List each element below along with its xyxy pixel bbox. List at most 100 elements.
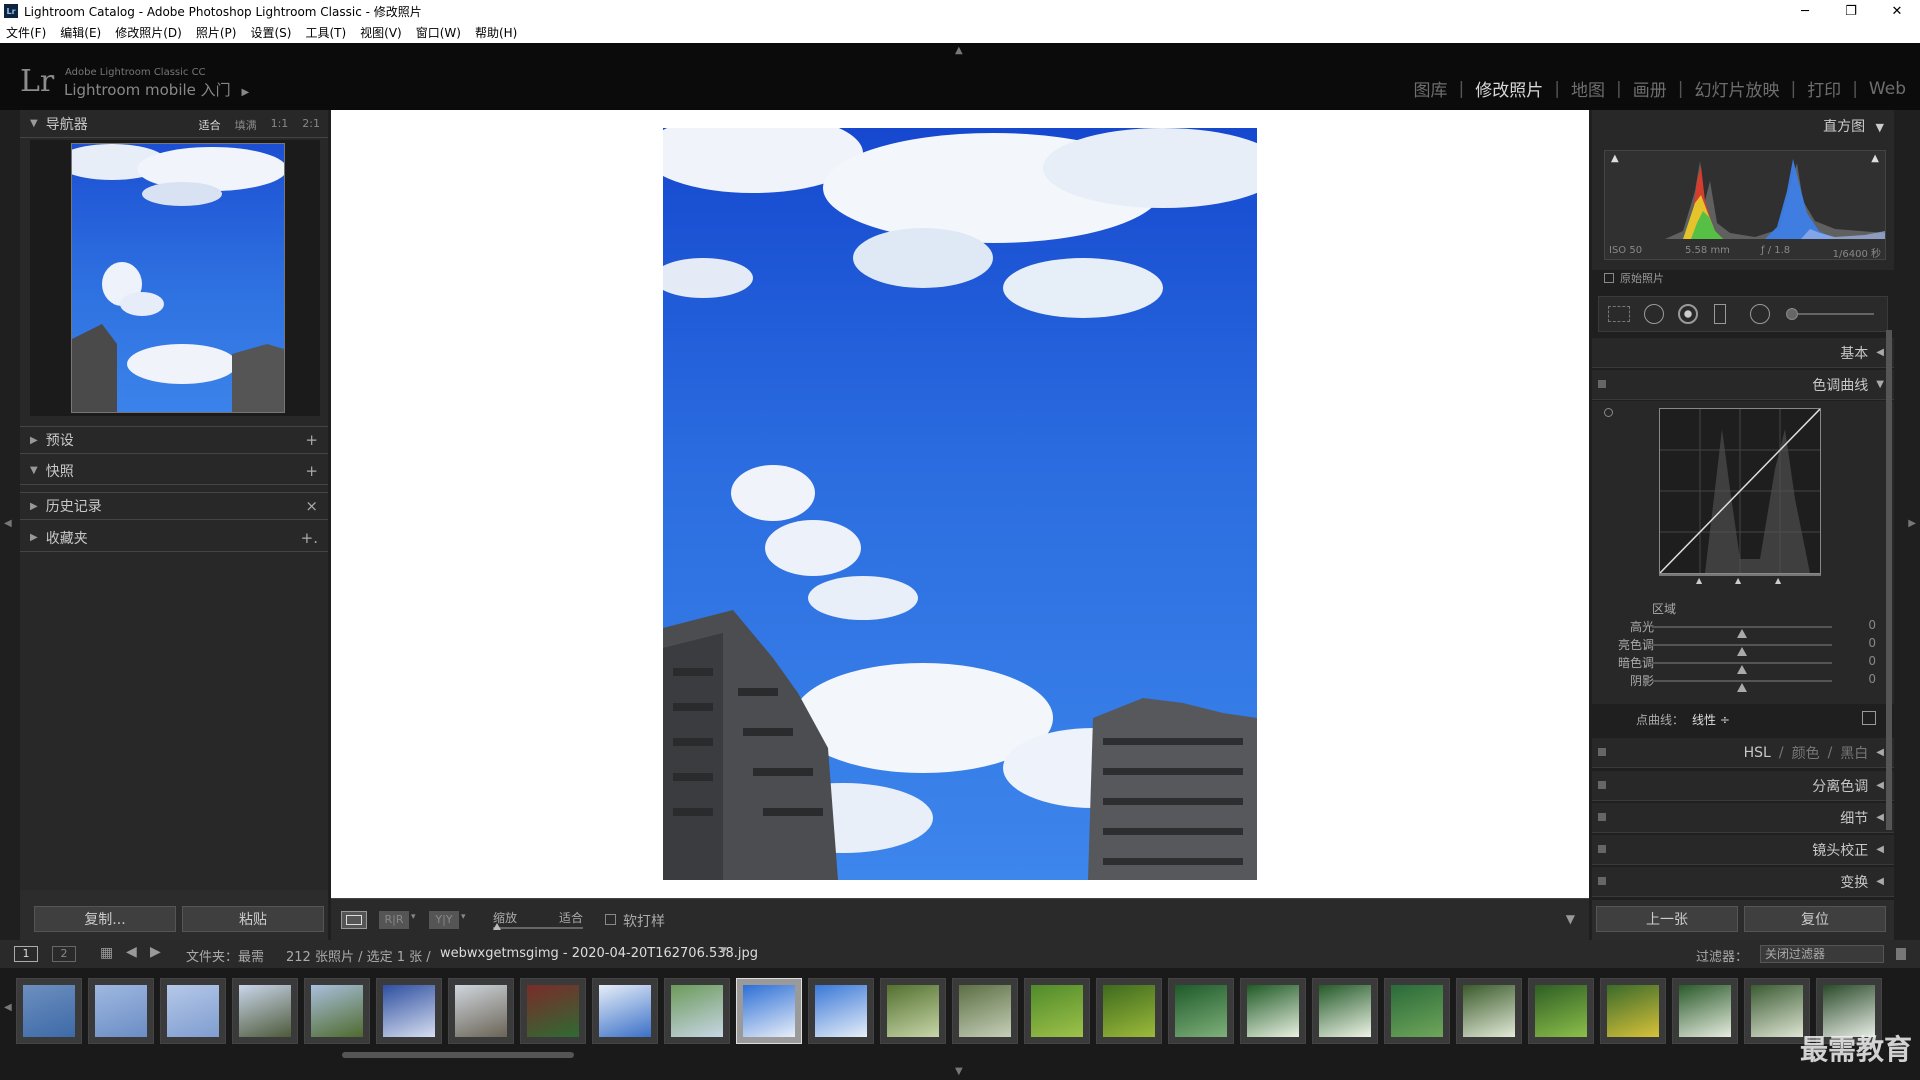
filmstrip-thumbnail[interactable]: [736, 978, 802, 1044]
menu-develop[interactable]: 修改照片(D): [115, 24, 182, 41]
original-photo-checkbox[interactable]: [1604, 273, 1614, 283]
close-button[interactable]: ✕: [1874, 0, 1920, 22]
transform-header[interactable]: 变换 ◀: [1592, 867, 1894, 897]
filmstrip-thumbnail[interactable]: [520, 978, 586, 1044]
copy-settings-button[interactable]: 复制...: [34, 906, 176, 932]
slider-darks[interactable]: 暗色调 0: [1592, 654, 1894, 674]
secondary-window-button[interactable]: 2: [52, 946, 76, 962]
slider-value[interactable]: 0: [1868, 654, 1876, 668]
filmstrip-thumbnail[interactable]: [1456, 978, 1522, 1044]
zoom-1-1[interactable]: 1:1: [271, 117, 289, 133]
panel-toggle-switch[interactable]: [1598, 781, 1606, 789]
spot-removal-icon[interactable]: [1644, 304, 1664, 324]
collections-header[interactable]: ▶ 收藏夹 +.: [20, 524, 328, 552]
module-library[interactable]: 图库: [1414, 76, 1448, 101]
filmstrip-thumbnail[interactable]: [880, 978, 946, 1044]
filmstrip-thumbnail[interactable]: [232, 978, 298, 1044]
forward-arrow-icon[interactable]: ▶: [150, 944, 161, 960]
toolbar-menu-icon[interactable]: ▼: [1566, 912, 1575, 926]
add-collection-icon[interactable]: +.: [301, 529, 318, 547]
slider-track[interactable]: [1652, 644, 1832, 656]
filmstrip-thumbnail[interactable]: [160, 978, 226, 1044]
filmstrip-thumbnail[interactable]: [1672, 978, 1738, 1044]
filmstrip-thumbnail[interactable]: [808, 978, 874, 1044]
main-photo[interactable]: [643, 113, 1283, 880]
zoom-fit[interactable]: 适合: [199, 117, 221, 133]
add-snapshot-icon[interactable]: +: [305, 462, 318, 480]
loupe-view-icon[interactable]: [341, 911, 367, 929]
split-toning-header[interactable]: 分离色调 ◀: [1592, 771, 1894, 801]
slider-value[interactable]: 0: [1868, 636, 1876, 650]
panel-toggle-switch[interactable]: [1598, 748, 1606, 756]
highlight-clipping-icon[interactable]: ▲: [1871, 153, 1879, 164]
maximize-button[interactable]: ❐: [1828, 0, 1874, 22]
graduated-filter-icon[interactable]: [1714, 304, 1726, 324]
menu-settings[interactable]: 设置(S): [250, 24, 291, 41]
filmstrip-thumbnail[interactable]: [1384, 978, 1450, 1044]
filename-menu-icon[interactable]: ▼: [720, 946, 727, 956]
edit-point-curve-icon[interactable]: [1862, 711, 1876, 725]
shadow-clipping-icon[interactable]: ▲: [1611, 153, 1619, 164]
menu-photo[interactable]: 照片(P): [196, 24, 237, 41]
dropdown-caret-icon[interactable]: ▾: [411, 912, 416, 922]
softproof-checkbox[interactable]: [605, 914, 616, 925]
filmstrip-thumbnail[interactable]: [1312, 978, 1378, 1044]
filmstrip-thumbnail[interactable]: [592, 978, 658, 1044]
filmstrip-thumbnail[interactable]: [304, 978, 370, 1044]
filmstrip-thumbnail[interactable]: [1600, 978, 1666, 1044]
reset-button[interactable]: 复位: [1744, 906, 1886, 932]
color-tab[interactable]: 颜色: [1792, 743, 1820, 763]
dropdown-caret-icon[interactable]: ▾: [461, 912, 466, 922]
filmstrip-thumbnail[interactable]: [88, 978, 154, 1044]
navigator-thumbnail[interactable]: [57, 143, 287, 413]
lens-corrections-header[interactable]: 镜头校正 ◀: [1592, 835, 1894, 865]
before-after-swap-icon[interactable]: Y|Y: [429, 911, 459, 929]
module-web[interactable]: Web: [1869, 79, 1906, 99]
left-panel-toggle-icon[interactable]: ◀: [4, 518, 12, 529]
filmstrip-thumbnail[interactable]: [1168, 978, 1234, 1044]
panel-toggle-switch[interactable]: [1598, 813, 1606, 821]
tone-curve-graph[interactable]: [1659, 408, 1821, 574]
zoom-slider[interactable]: [493, 923, 583, 930]
mobile-getting-started[interactable]: Lightroom mobile 入门 ▶: [64, 79, 249, 100]
split-handle-icon[interactable]: ▲: [1735, 576, 1741, 585]
slider-track[interactable]: [1652, 662, 1832, 674]
menu-window[interactable]: 窗口(W): [416, 24, 461, 41]
filmstrip-thumbnail[interactable]: [1096, 978, 1162, 1044]
panel-toggle-switch[interactable]: [1598, 877, 1606, 885]
bottom-panel-toggle-icon[interactable]: ▼: [955, 1066, 963, 1077]
filter-dropdown[interactable]: 关闭过滤器: [1760, 945, 1884, 963]
slider-track[interactable]: [1652, 680, 1832, 692]
filmstrip-thumbnail[interactable]: [16, 978, 82, 1044]
panel-toggle-switch[interactable]: [1598, 380, 1606, 388]
filter-lock-icon[interactable]: [1896, 948, 1906, 960]
zoom-2-1[interactable]: 2:1: [302, 117, 320, 133]
right-panel-scrollbar[interactable]: [1886, 330, 1892, 830]
paste-settings-button[interactable]: 粘贴: [182, 906, 324, 932]
filmstrip-scrollbar[interactable]: [342, 1052, 574, 1058]
filmstrip-thumbnail[interactable]: [376, 978, 442, 1044]
point-curve-select[interactable]: 线性 ÷: [1692, 711, 1730, 728]
histogram-header[interactable]: 直方图 ▼: [1823, 116, 1884, 136]
filmstrip-thumbnail[interactable]: [448, 978, 514, 1044]
hsl-tab[interactable]: HSL: [1744, 745, 1771, 761]
split-handle-icon[interactable]: ▲: [1696, 576, 1702, 585]
image-canvas[interactable]: [331, 110, 1589, 898]
menu-tools[interactable]: 工具(T): [305, 24, 346, 41]
minimize-button[interactable]: ─: [1782, 0, 1828, 22]
right-panel-toggle-icon[interactable]: ▶: [1908, 518, 1916, 529]
navigator-header[interactable]: ▼ 导航器 适合 填满 1:1 2:1: [20, 110, 328, 138]
snapshots-header[interactable]: ▼ 快照 +: [20, 457, 328, 485]
menu-edit[interactable]: 编辑(E): [60, 24, 101, 41]
module-print[interactable]: 打印: [1807, 76, 1841, 101]
filmstrip-thumbnail[interactable]: [1240, 978, 1306, 1044]
module-slideshow[interactable]: 幻灯片放映: [1694, 76, 1779, 101]
presets-header[interactable]: ▶ 预设 +: [20, 426, 328, 454]
tone-curve-header[interactable]: 色调曲线 ▼: [1592, 370, 1894, 400]
before-after-left-right-icon[interactable]: R|R: [379, 911, 409, 929]
grid-view-icon[interactable]: ▦: [100, 945, 113, 961]
red-eye-icon[interactable]: [1678, 304, 1698, 324]
slider-highlights[interactable]: 高光 0: [1592, 618, 1894, 638]
clear-history-icon[interactable]: ×: [305, 497, 318, 515]
slider-lights[interactable]: 亮色调 0: [1592, 636, 1894, 656]
